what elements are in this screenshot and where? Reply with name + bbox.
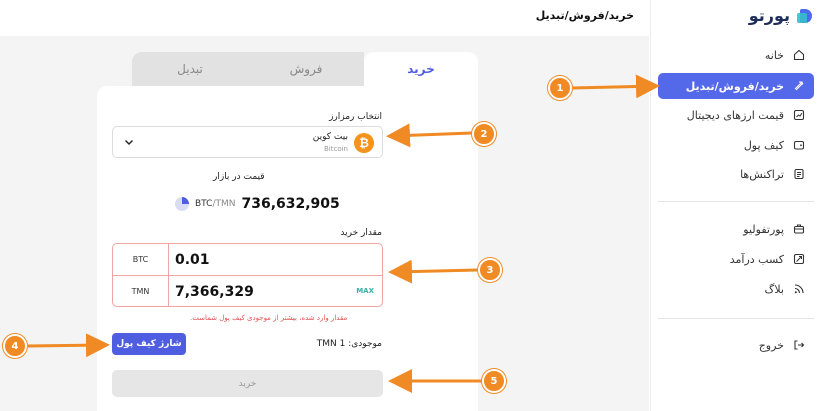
sidebar-item-label: پورتفولیو xyxy=(743,222,784,236)
max-button[interactable]: MAX xyxy=(356,287,374,295)
sidebar-item-label: کیف پول xyxy=(743,138,784,152)
tmn-unit-label: TMN xyxy=(113,276,169,307)
portfolio-icon xyxy=(792,222,806,236)
logout-icon xyxy=(792,338,806,352)
logo-text: پورتو xyxy=(748,6,790,25)
annotation-badge-3: 3 xyxy=(478,258,502,282)
charge-wallet-button[interactable]: شارژ کیف پول xyxy=(112,333,186,355)
page-title: خرید/فروش/تبدیل xyxy=(535,9,634,22)
annotation-badge-1: 1 xyxy=(548,76,572,100)
annotation-badge-5: 5 xyxy=(482,369,506,393)
sidebar-item-label: خانه xyxy=(764,48,784,62)
amount-label: مقدار خرید xyxy=(340,228,382,238)
sidebar-divider xyxy=(658,201,814,202)
amount-box: BTC TMN MAX xyxy=(112,243,383,307)
annotation-badge-4: 4 xyxy=(3,334,27,358)
coin-name-fa: بیت کوین xyxy=(312,132,348,142)
sidebar-item-earn[interactable]: کسب درآمد xyxy=(658,246,814,272)
tab-buy[interactable]: خرید xyxy=(364,52,478,86)
coin-select[interactable]: ₿ بیت کوین Bitcoin xyxy=(112,126,383,158)
price-value: 736,632,905 xyxy=(241,196,340,212)
earn-icon xyxy=(792,252,806,266)
tab-convert[interactable]: تبدیل xyxy=(132,52,248,86)
sidebar: پورتو خانه خرید/فروش/تبدیل قیمت ارزهای د… xyxy=(650,0,822,411)
sidebar-item-exchange[interactable]: خرید/فروش/تبدیل xyxy=(658,73,814,99)
refresh-timer-icon xyxy=(175,197,189,211)
sidebar-item-label: خروج xyxy=(758,338,784,352)
logo-icon xyxy=(794,7,812,25)
sidebar-item-wallet[interactable]: کیف پول xyxy=(658,132,814,158)
sidebar-item-label: خرید/فروش/تبدیل xyxy=(685,79,784,93)
rss-icon xyxy=(792,282,806,296)
wallet-icon xyxy=(792,138,806,152)
transactions-icon xyxy=(792,167,806,181)
btc-amount-row: BTC xyxy=(113,244,382,276)
sidebar-item-label: تراکنش‌ها xyxy=(740,167,784,181)
chart-icon xyxy=(792,108,806,122)
wallet-balance: موجودی: 1 TMN xyxy=(316,339,382,349)
exchange-icon xyxy=(792,79,806,93)
buy-button[interactable]: خرید xyxy=(112,370,383,397)
tmn-amount-row: TMN MAX xyxy=(113,276,382,308)
bitcoin-icon: ₿ xyxy=(354,133,374,153)
sidebar-item-logout[interactable]: خروج xyxy=(658,332,814,358)
brand-logo[interactable]: پورتو xyxy=(749,6,812,25)
sidebar-item-blog[interactable]: بلاگ xyxy=(658,276,814,302)
sidebar-item-label: قیمت ارزهای دیجیتال xyxy=(686,108,784,122)
coin-name-en: Bitcoin xyxy=(323,145,348,153)
btc-amount-input[interactable] xyxy=(175,248,335,272)
market-price-label: قیمت در بازار xyxy=(213,172,265,182)
home-icon xyxy=(792,48,806,62)
tmn-amount-input[interactable] xyxy=(175,280,335,304)
sidebar-item-label: کسب درآمد xyxy=(729,252,784,266)
tab-sell[interactable]: فروش xyxy=(248,52,364,86)
currency-pair: BTC/TMN xyxy=(195,199,236,209)
select-coin-label: انتخاب رمزارز xyxy=(329,112,382,122)
error-message: مقدار وارد شده، بیشتر از موجودی کیف پول … xyxy=(190,314,348,322)
annotation-badge-2: 2 xyxy=(472,122,496,146)
market-price: BTC/TMN 736,632,905 xyxy=(175,196,340,212)
trade-tabs: خرید فروش تبدیل xyxy=(132,52,478,86)
sidebar-item-home[interactable]: خانه xyxy=(658,42,814,68)
btc-unit-label: BTC xyxy=(113,244,169,275)
sidebar-divider xyxy=(658,318,814,319)
sidebar-item-prices[interactable]: قیمت ارزهای دیجیتال xyxy=(658,102,814,128)
chevron-down-icon xyxy=(125,140,133,145)
sidebar-item-portfolio[interactable]: پورتفولیو xyxy=(658,216,814,242)
sidebar-item-transactions[interactable]: تراکنش‌ها xyxy=(658,161,814,187)
sidebar-item-label: بلاگ xyxy=(764,282,784,296)
